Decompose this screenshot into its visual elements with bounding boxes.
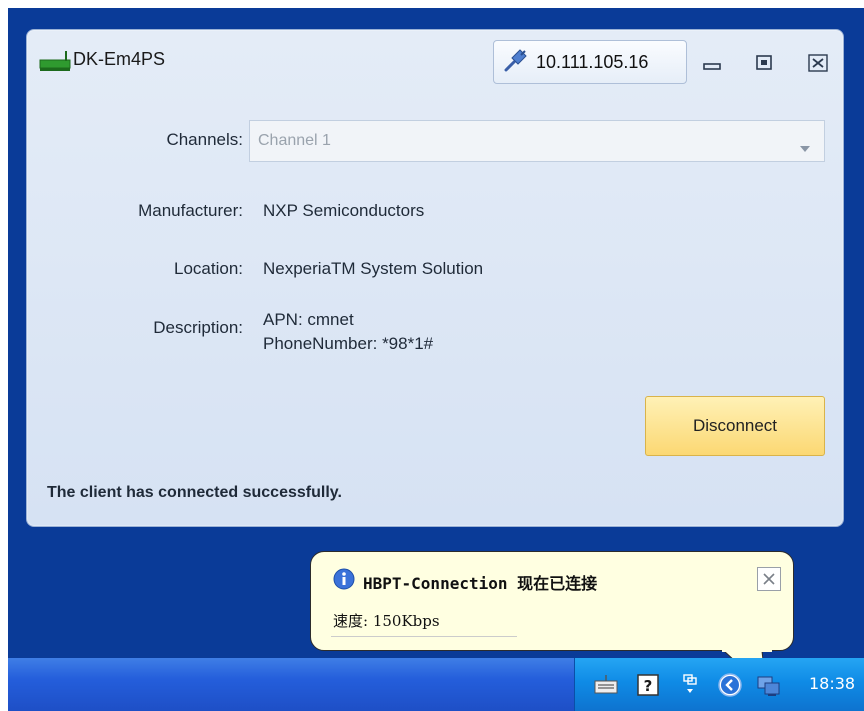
balloon-title: HBPT-Connection 现在已连接 [363, 574, 598, 593]
location-value: NexperiaTM System Solution [263, 259, 484, 278]
description-line-phone: PhoneNumber: *98*1# [263, 334, 434, 353]
description-label: Description: [153, 318, 243, 337]
system-tray: ? 18:38 [574, 658, 864, 711]
manufacturer-label: Manufacturer: [138, 201, 243, 220]
ip-address-text: 10.111.105.16 [536, 51, 649, 72]
close-icon[interactable] [807, 52, 829, 74]
network-status-icon[interactable] [755, 672, 781, 698]
notification-balloon[interactable]: HBPT-Connection 现在已连接 速度: 150Kbps [310, 551, 794, 651]
ip-address-button[interactable]: 10.111.105.16 [493, 40, 687, 84]
dropdown-arrow-icon [800, 139, 810, 152]
balloon-speed-text: 速度: 150Kbps [333, 612, 440, 630]
window-title: DK-Em4PS [73, 49, 166, 69]
channels-select-value: Channel 1 [258, 132, 331, 149]
balloon-close-icon[interactable] [757, 567, 781, 591]
balloon-divider [331, 636, 517, 637]
status-message: The client has connected successfully. [47, 484, 342, 501]
minimize-icon[interactable] [701, 52, 723, 74]
taskbar: ? 18:38 [8, 658, 864, 711]
location-label: Location: [174, 259, 243, 278]
title-bar[interactable]: DK-Em4PS 10.111.105.16 [27, 30, 843, 100]
clock[interactable]: 18:38 [809, 674, 855, 693]
plug-icon [502, 46, 530, 79]
network-adapter-icon [39, 50, 71, 72]
manufacturer-value: NXP Semiconductors [263, 201, 425, 220]
channels-label: Channels: [166, 130, 243, 149]
info-icon [333, 568, 355, 590]
keyboard-icon[interactable] [593, 672, 619, 698]
app-window: DK-Em4PS 10.111.105.16 Channels: Channel… [26, 29, 844, 527]
show-hidden-icons-icon[interactable] [717, 672, 743, 698]
svg-text:?: ? [644, 677, 653, 695]
channels-select[interactable]: Channel 1 [249, 120, 825, 162]
help-icon[interactable]: ? [635, 672, 661, 698]
maximize-icon[interactable] [753, 52, 775, 74]
description-line-apn: APN: cmnet [263, 310, 354, 329]
disconnect-button[interactable]: Disconnect [645, 396, 825, 456]
disconnect-button-label: Disconnect [692, 416, 778, 435]
network-connections-icon[interactable] [677, 672, 703, 698]
